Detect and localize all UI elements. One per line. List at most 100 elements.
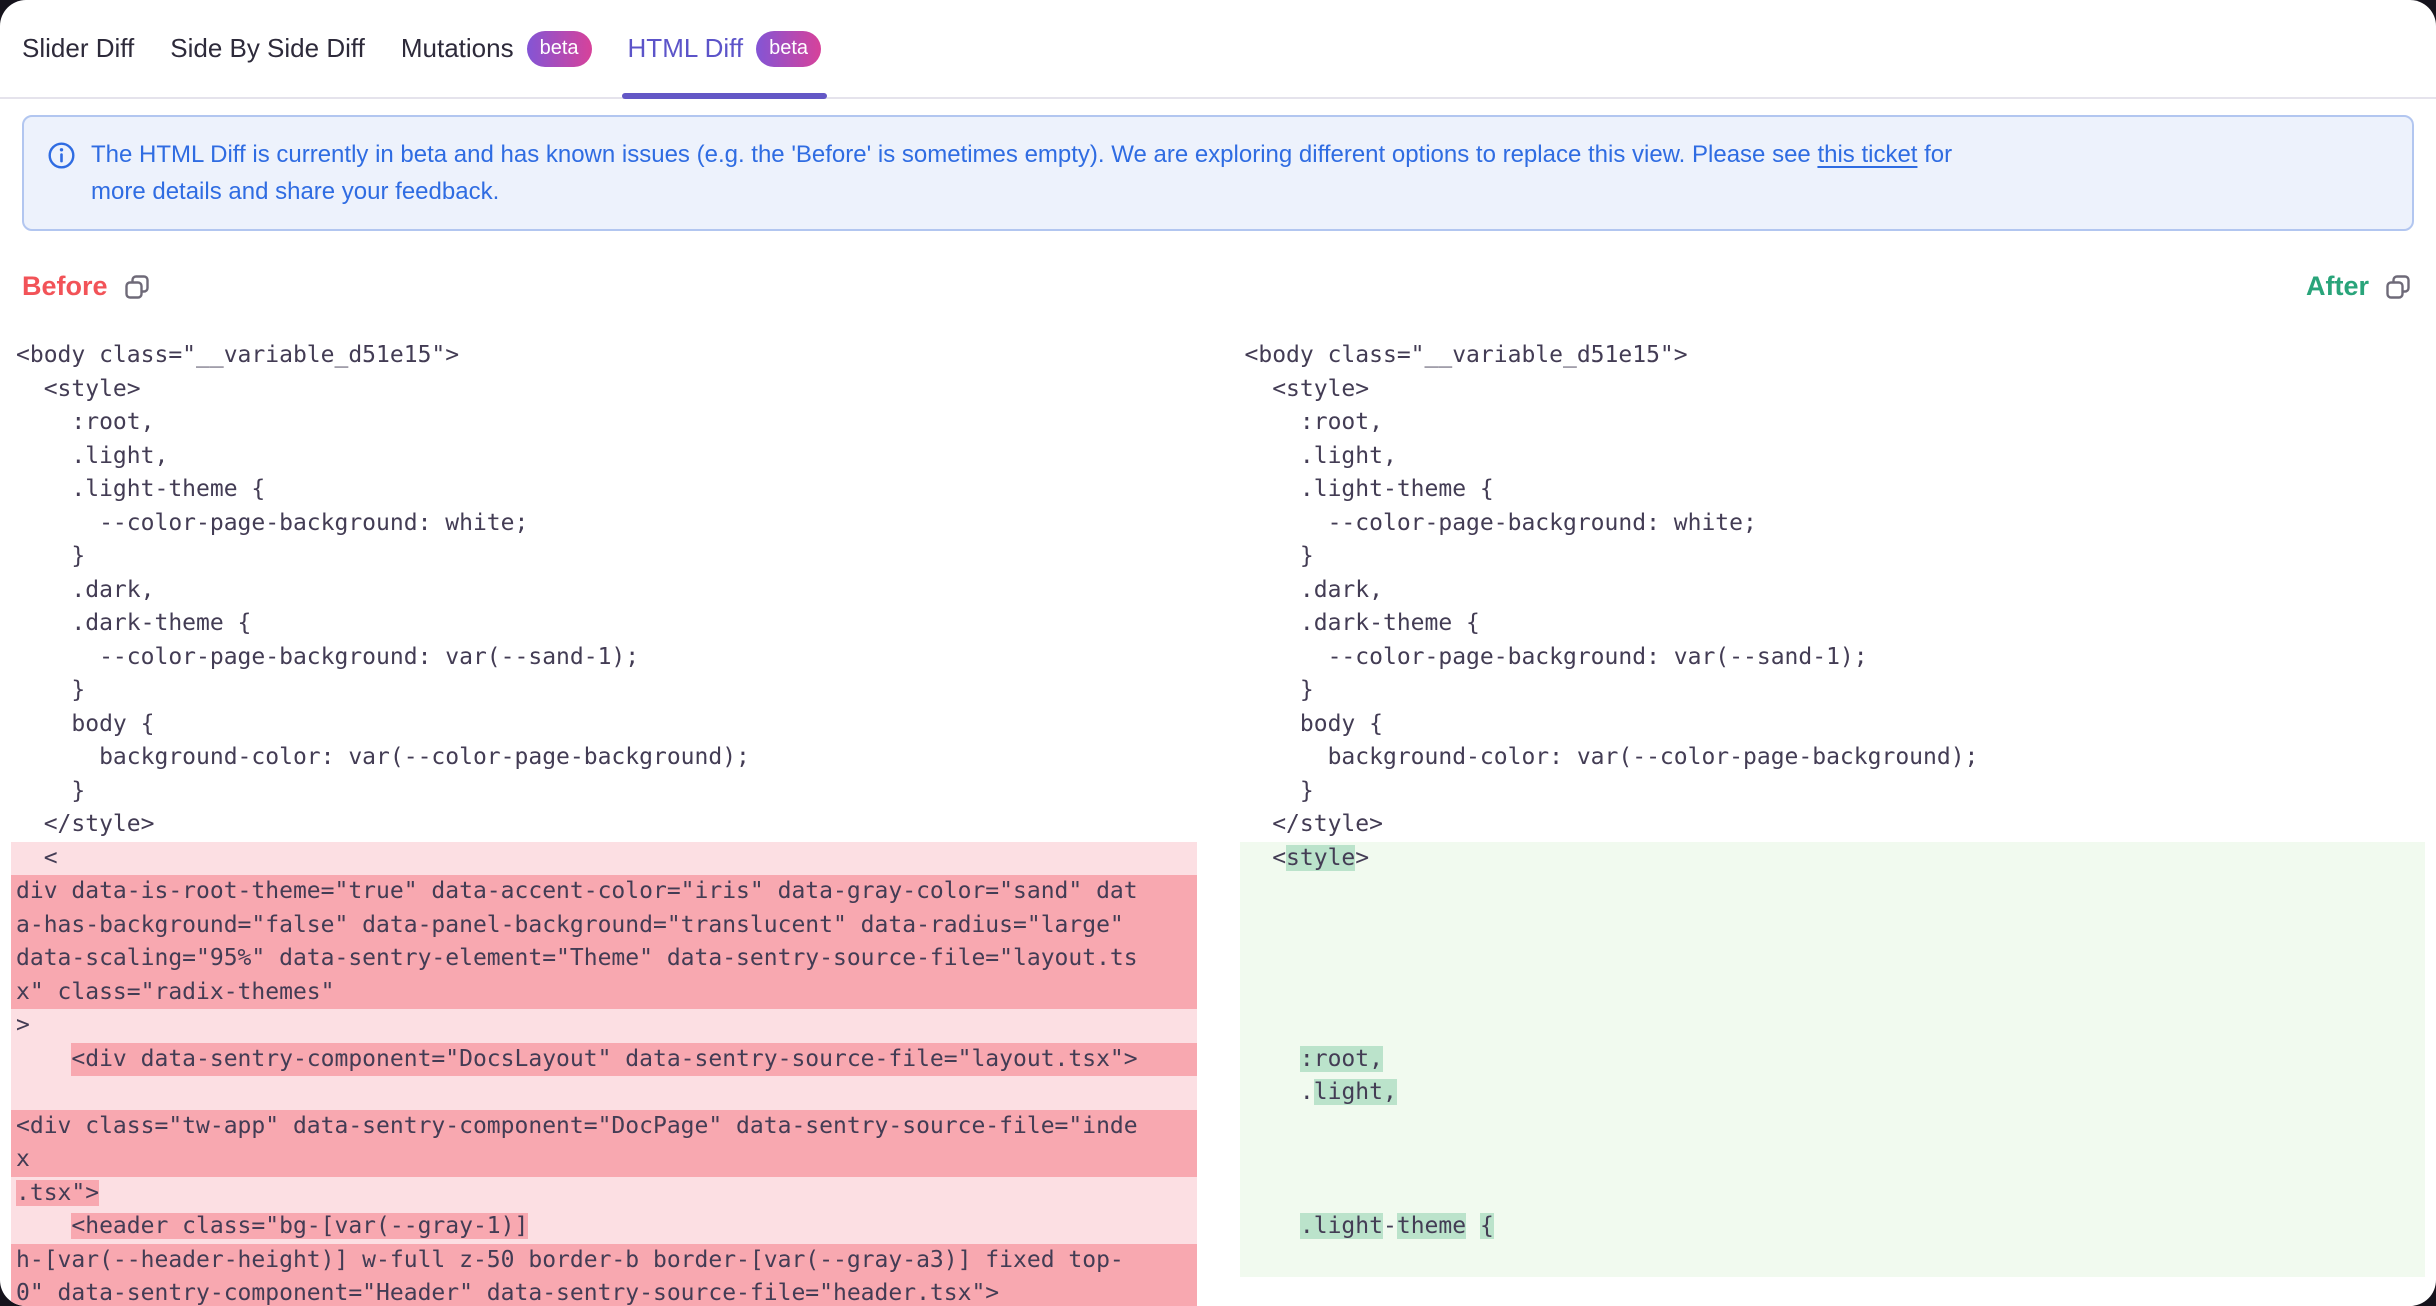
code-line: body { [11,708,1197,742]
code-line: x [11,1143,1197,1177]
code-line: div data-is-root-theme="true" data-accen… [11,875,1197,909]
code-line: < [11,842,1197,876]
diff-highlight: { [1480,1213,1494,1239]
ticket-link[interactable]: this ticket [1817,141,1917,168]
code-line: <div data-sentry-component="DocsLayout" … [11,1043,1197,1077]
code-line: <div class="tw-app" data-sentry-componen… [11,1110,1197,1144]
code-text: .dark-theme { [1245,610,1480,636]
code-text: a-has-background="false" data-panel-back… [16,912,1124,938]
code-text: data-scaling="95%" data-sentry-element="… [16,945,1138,971]
code-line: --color-page-background: var(--sand-1); [1240,641,2426,675]
code-line: } [11,540,1197,574]
code-line: </style> [1240,808,2426,842]
code-line: :root, [1240,406,2426,440]
code-line: background-color: var(--color-page-backg… [11,741,1197,775]
code-line: <style> [1240,842,2426,876]
code-text: --color-page-background: white; [1245,510,1757,536]
code-line [1240,1009,2426,1043]
code-line: <header class="bg-[var(--gray-1)] [11,1210,1197,1244]
code-text: x" class="radix-themes" [16,979,335,1005]
tab-slider-diff[interactable]: Slider Diff [22,0,134,97]
code-line: } [1240,775,2426,809]
code-text: 0" data-sentry-component="Header" data-s… [16,1280,999,1306]
code-text: --color-page-background: white; [16,510,528,536]
after-pane[interactable]: <body class="__variable_d51e15"> <style>… [1240,339,2426,1277]
code-line: </style> [11,808,1197,842]
code-text [16,1213,71,1239]
tab-label: Side By Side Diff [170,33,365,64]
code-text: .light-theme { [16,476,265,502]
beta-badge: beta [527,31,592,67]
tab-html-diff[interactable]: HTML Diff beta [628,0,822,97]
diff-highlight: :root, [1300,1046,1383,1072]
after-label: After [2306,271,2369,302]
code-line: } [1240,540,2426,574]
code-text: .light-theme { [1245,476,1494,502]
code-text: <body class="__variable_d51e15"> [16,342,459,368]
diff-highlight: <div data-sentry-component="DocsLayout" … [71,1043,1196,1077]
code-text: } [1245,677,1314,703]
code-line: } [11,775,1197,809]
code-text: <style> [16,376,141,402]
banner-text: The HTML Diff is currently in beta and h… [91,136,1952,210]
code-text [16,1043,71,1077]
before-label: Before [22,271,108,302]
code-line: data-scaling="95%" data-sentry-element="… [11,942,1197,976]
diff-highlight: <header class="bg-[var(--gray-1)] [71,1213,528,1239]
diff-row: <body class="__variable_d51e15"> <style>… [0,339,2436,1306]
code-text: body { [16,711,154,737]
code-text: - [1383,1213,1397,1239]
code-text: body { [1245,711,1383,737]
code-text: </style> [16,811,154,837]
code-text: .light, [1245,443,1397,469]
tab-label: Mutations [401,33,514,64]
code-line: .dark-theme { [11,607,1197,641]
code-text: .dark, [16,577,154,603]
code-text: <body class="__variable_d51e15"> [1245,342,1688,368]
code-text: } [16,778,85,804]
code-text: --color-page-background: var(--sand-1); [1245,644,1868,670]
tab-mutations[interactable]: Mutations beta [401,0,592,97]
code-line: .light, [1240,440,2426,474]
code-line: <body class="__variable_d51e15"> [11,339,1197,373]
code-line [1240,1177,2426,1211]
code-line [1240,909,2426,943]
before-label-group: Before [22,271,151,302]
inserted-block: <style> :root, .light, .light-theme { [1240,842,2426,1278]
code-line [1240,1110,2426,1144]
code-text: } [1245,543,1314,569]
pane-labels-row: Before After [22,271,2412,302]
code-text: div data-is-root-theme="true" data-accen… [16,878,1138,904]
tab-side-by-side-diff[interactable]: Side By Side Diff [170,0,365,97]
code-text: } [16,543,85,569]
code-line: background-color: var(--color-page-backg… [1240,741,2426,775]
info-icon [48,142,75,169]
code-text: .light, [16,443,168,469]
code-line: .light-theme { [11,473,1197,507]
code-text: </style> [1245,811,1383,837]
diff-highlight: style [1286,845,1355,871]
code-line [1240,942,2426,976]
copy-before-button[interactable] [123,273,151,301]
code-line: <body class="__variable_d51e15"> [1240,339,2426,373]
banner-line2: more details and share your feedback. [91,178,499,205]
code-line: .dark-theme { [1240,607,2426,641]
code-text: background-color: var(--color-page-backg… [1245,744,1979,770]
code-text: . [1245,1079,1314,1105]
diff-highlight: light, [1314,1079,1397,1105]
code-line [1240,976,2426,1010]
copy-after-button[interactable] [2384,273,2412,301]
code-line: .dark, [11,574,1197,608]
code-text: > [16,1012,30,1038]
code-text: > [1355,845,1369,871]
deleted-block: <div data-is-root-theme="true" data-acce… [11,842,1197,1306]
code-line: body { [1240,708,2426,742]
code-line: } [11,674,1197,708]
before-pane[interactable]: <body class="__variable_d51e15"> <style>… [11,339,1197,1306]
diff-highlight: .light [1300,1213,1383,1239]
code-line [11,1076,1197,1110]
code-text [1245,1213,1300,1239]
code-line: --color-page-background: white; [11,507,1197,541]
code-text: background-color: var(--color-page-backg… [16,744,750,770]
code-line: :root, [1240,1043,2426,1077]
